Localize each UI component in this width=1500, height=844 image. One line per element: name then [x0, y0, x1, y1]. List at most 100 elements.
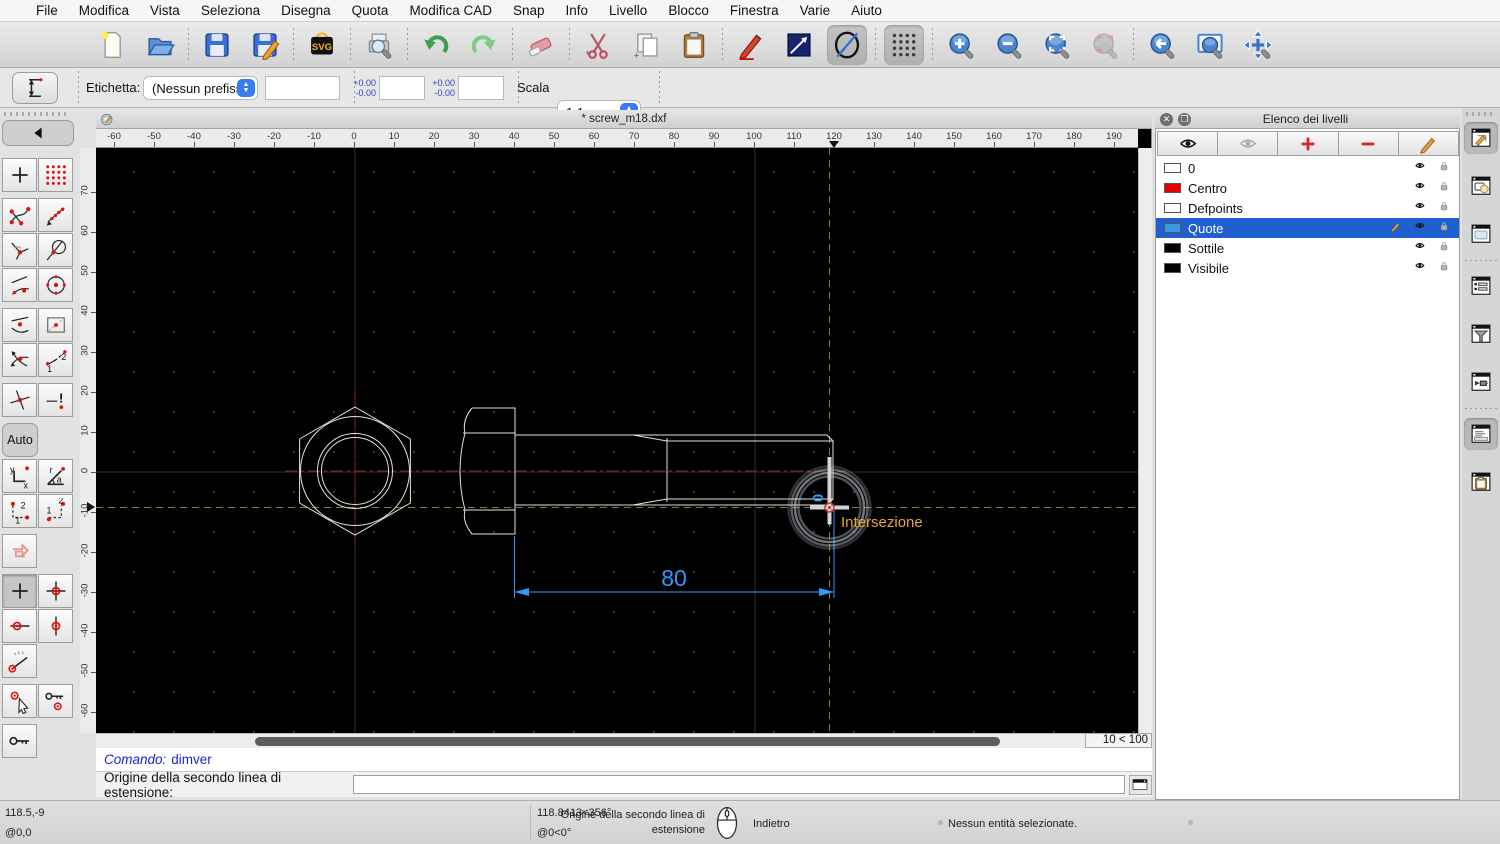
pencil-button[interactable]: [731, 25, 771, 65]
menu-item-disegna[interactable]: Disegna: [281, 3, 331, 18]
drawing-canvas[interactable]: 80 0 Intersezione: [96, 148, 1138, 733]
block-list-toggle-button[interactable]: [1464, 170, 1498, 202]
snap-intersection-manual-button[interactable]: 12: [38, 343, 73, 377]
layer-row-defpoints[interactable]: Defpoints: [1156, 198, 1459, 218]
drawing-window-titlebar[interactable]: * screw_m18.dxf: [96, 110, 1152, 129]
layer-remove-button[interactable]: [1337, 131, 1399, 156]
paste-button[interactable]: [674, 25, 714, 65]
lock-relative-zero-small-button[interactable]: [38, 684, 73, 718]
menu-item-file[interactable]: File: [36, 3, 58, 18]
layer-row-quote[interactable]: Quote: [1156, 218, 1459, 238]
menu-item-varie[interactable]: Varie: [800, 3, 831, 18]
layer-list-toggle-button[interactable]: [1464, 122, 1498, 154]
snap-intersection-button[interactable]: [2, 383, 37, 417]
coord-polar-button[interactable]: ra: [38, 459, 73, 493]
file-save-as-button[interactable]: [245, 25, 285, 65]
back-button[interactable]: [2, 120, 74, 146]
tolerance-upper-input[interactable]: [379, 76, 425, 100]
horizontal-scrollbar[interactable]: [96, 733, 1085, 748]
tolerance-lower-input[interactable]: [458, 76, 504, 100]
menu-item-blocco[interactable]: Blocco: [668, 3, 709, 18]
dimension-80[interactable]: 80: [514, 510, 835, 598]
property-editor-toggle-button[interactable]: [1464, 270, 1498, 302]
command-input[interactable]: [352, 775, 1125, 794]
zoom-selection-button[interactable]: [1085, 25, 1125, 65]
corner-order-b-button[interactable]: 12: [38, 494, 73, 528]
redo-button[interactable]: [464, 25, 504, 65]
snap-reference-button[interactable]: [38, 308, 73, 342]
cut-button[interactable]: +: [578, 25, 618, 65]
angle-gauge-button[interactable]: [2, 644, 37, 678]
menu-item-info[interactable]: Info: [566, 3, 589, 18]
pen-toolbar-toggle-button[interactable]: [1464, 366, 1498, 398]
menu-item-modifica[interactable]: Modifica: [79, 3, 129, 18]
coord-cartesian-button[interactable]: yx: [2, 459, 37, 493]
lock-relative-zero-button[interactable]: [2, 724, 37, 758]
eye-none-button[interactable]: [1217, 131, 1279, 156]
hscroll-thumb[interactable]: [255, 737, 1000, 746]
layer-row-0[interactable]: 0: [1156, 158, 1459, 178]
selection-filter-toggle-button[interactable]: [1464, 318, 1498, 350]
undo-button[interactable]: [416, 25, 456, 65]
snap-middle-button[interactable]: [2, 308, 37, 342]
file-save-button[interactable]: [197, 25, 237, 65]
snap-tangent-button[interactable]: [38, 233, 73, 267]
clipboard-panel-toggle-button[interactable]: [1464, 466, 1498, 498]
snap-free-button[interactable]: [2, 158, 37, 192]
restrict-vertical-button[interactable]: [38, 609, 73, 643]
layer-row-visibile[interactable]: Visibile: [1156, 258, 1459, 278]
zoom-auto-button[interactable]: [1037, 25, 1077, 65]
layer-row-sottile[interactable]: Sottile: [1156, 238, 1459, 258]
eye-all-button[interactable]: [1157, 131, 1219, 156]
layer-row-centro[interactable]: Centro: [1156, 178, 1459, 198]
snap-nearest-button[interactable]: [2, 268, 37, 302]
set-relative-zero-button[interactable]: [2, 684, 37, 718]
menu-item-livello[interactable]: Livello: [609, 3, 647, 18]
snap-center-button[interactable]: [38, 268, 73, 302]
zoom-out-button[interactable]: [989, 25, 1029, 65]
panel-close-button[interactable]: ✕: [1160, 112, 1173, 126]
restrict-free-button[interactable]: [2, 534, 37, 568]
command-line-toggle-button[interactable]: [1464, 418, 1498, 450]
menu-item-snap[interactable]: Snap: [513, 3, 545, 18]
copy-button[interactable]: +: [626, 25, 666, 65]
menu-item-aiuto[interactable]: Aiuto: [851, 3, 882, 18]
snap-intersection-auto-button[interactable]: [2, 343, 37, 377]
draw-ellipse-button[interactable]: [827, 24, 867, 65]
draw-line-button[interactable]: [779, 25, 819, 65]
file-open-button[interactable]: [140, 25, 180, 65]
snap-on-entity-button[interactable]: [38, 198, 73, 232]
snap-auto-button[interactable]: Auto: [2, 423, 38, 457]
grid-button[interactable]: [884, 24, 924, 65]
label-input[interactable]: [265, 76, 340, 100]
restrict-nothing-button[interactable]: [2, 574, 37, 608]
vertical-scrollbar[interactable]: [1138, 148, 1152, 733]
menu-item-modifica-cad[interactable]: Modifica CAD: [409, 3, 492, 18]
zoom-pan-button[interactable]: [1238, 25, 1278, 65]
restrict-orthogonal-button[interactable]: [38, 574, 73, 608]
snap-grid-button[interactable]: [38, 158, 73, 192]
restrict-horizontal-button[interactable]: [2, 609, 37, 643]
menu-item-seleziona[interactable]: Seleziona: [201, 3, 260, 18]
eraser-button[interactable]: [521, 25, 561, 65]
print-preview-button[interactable]: [359, 25, 399, 65]
layer-edit-button[interactable]: [1397, 131, 1460, 156]
file-new-button[interactable]: [92, 25, 132, 65]
menu-item-quota[interactable]: Quota: [352, 3, 389, 18]
snap-perpendicular-button[interactable]: [2, 233, 37, 267]
panel-detach-button[interactable]: ❐: [1178, 112, 1191, 126]
menu-item-vista[interactable]: Vista: [150, 3, 180, 18]
zoom-previous-button[interactable]: [1142, 25, 1182, 65]
menu-item-finestra[interactable]: Finestra: [730, 3, 779, 18]
dimension-vertical-tool-button[interactable]: [12, 72, 58, 104]
zoom-window-button[interactable]: [1190, 25, 1230, 65]
snap-exclude-button[interactable]: !: [38, 383, 73, 417]
layer-add-button[interactable]: [1277, 131, 1339, 156]
command-window-toggle-button[interactable]: [1128, 774, 1152, 795]
snap-endpoints-button[interactable]: [2, 198, 37, 232]
library-browser-toggle-button[interactable]: [1464, 218, 1498, 250]
zoom-in-button[interactable]: [941, 25, 981, 65]
corner-order-a-button[interactable]: 12: [2, 494, 37, 528]
prefix-dropdown[interactable]: (Nessun prefiss ▲ ▼: [143, 76, 258, 100]
svg-export-button[interactable]: SVG: [302, 25, 342, 65]
